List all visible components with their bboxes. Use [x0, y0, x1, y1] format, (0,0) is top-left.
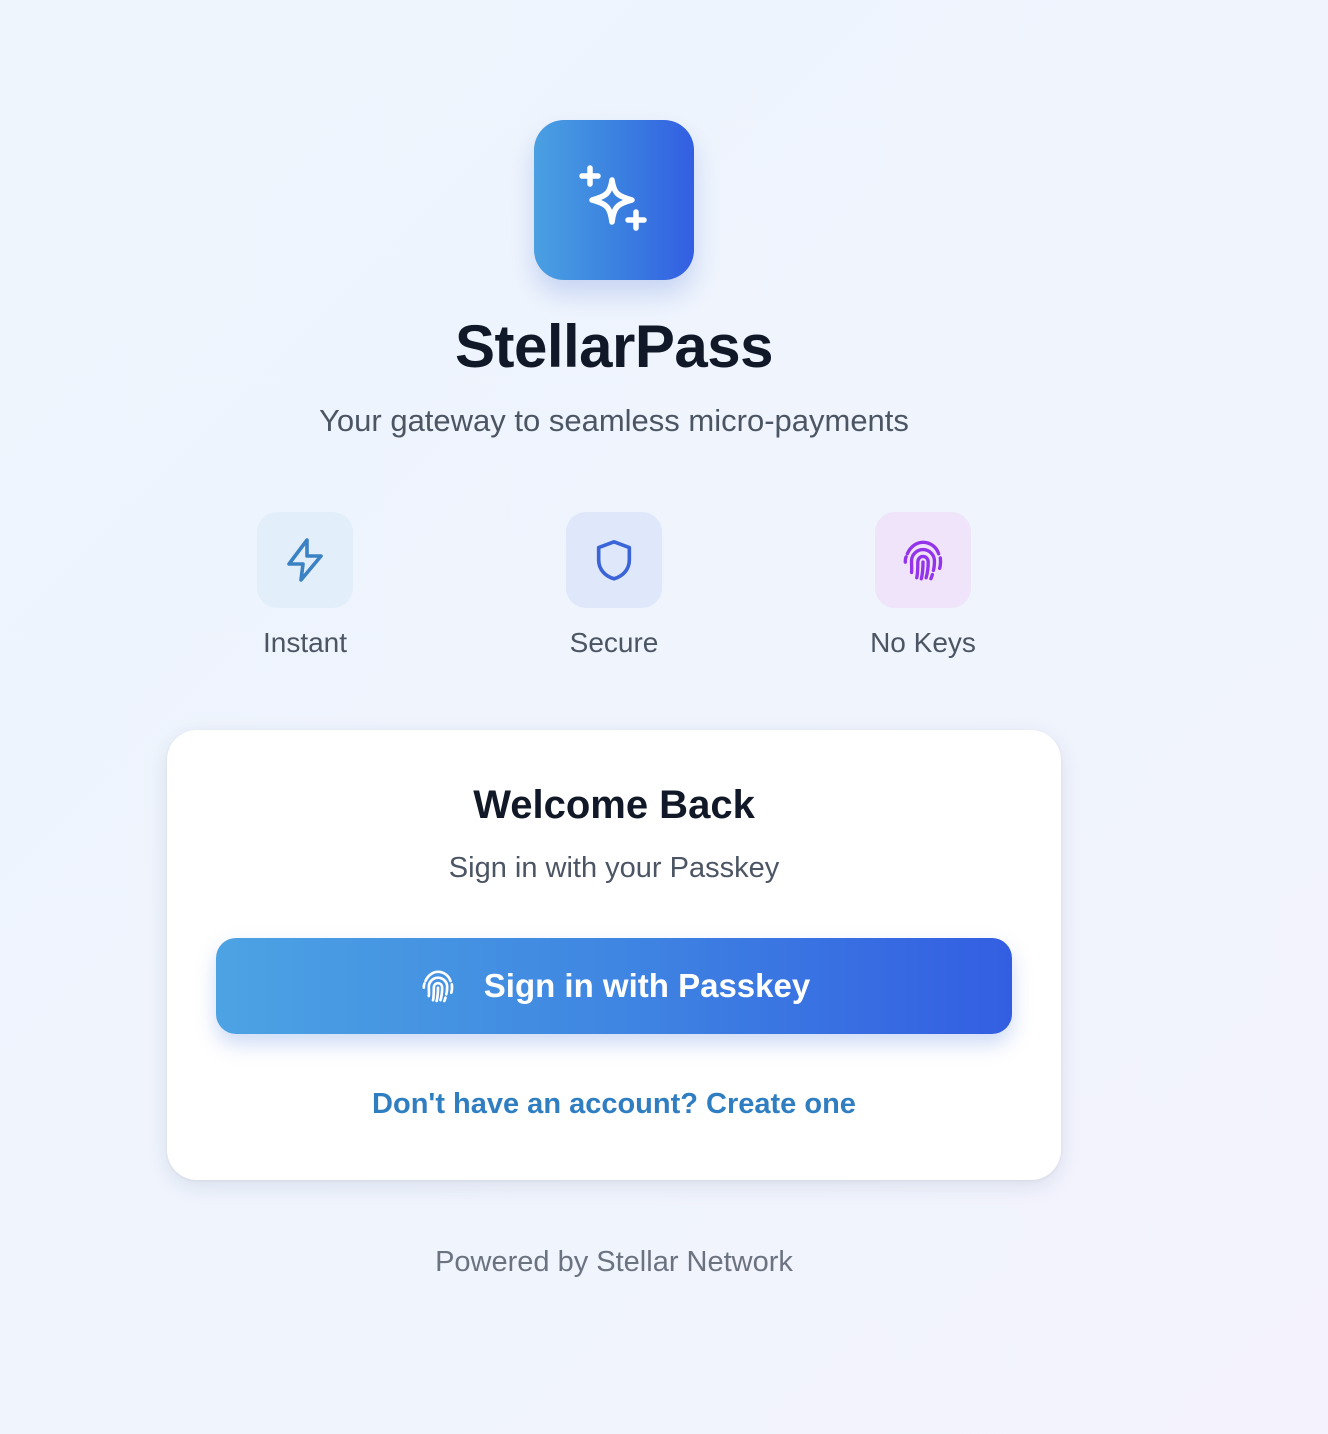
card-title: Welcome Back: [473, 783, 755, 827]
signin-button-label: Sign in with Passkey: [483, 967, 811, 1004]
app-title: StellarPass: [454, 313, 774, 380]
signin-passkey-button[interactable]: Sign in with Passkey: [216, 938, 1012, 1034]
fingerprint-icon: [418, 966, 458, 1006]
app-tagline: Your gateway to seamless micro-payments: [319, 403, 909, 438]
create-account-link[interactable]: Don't have an account? Create one: [167, 1088, 1061, 1121]
shield-icon: [596, 539, 632, 581]
app-logo: [534, 120, 694, 280]
feature-instant-tile: [257, 512, 353, 608]
feature-secure-label: Secure: [569, 627, 659, 658]
fingerprint-icon: [903, 540, 943, 581]
card-subtitle: Sign in with your Passkey: [448, 852, 780, 884]
feature-instant-label: Instant: [262, 627, 348, 658]
signin-card: Welcome Back Sign in with your Passkey S…: [167, 730, 1061, 1180]
feature-no-keys-label: No Keys: [870, 627, 976, 658]
feature-secure-tile: [566, 512, 662, 608]
feature-instant: Instant: [205, 512, 405, 659]
feature-no-keys-tile: [875, 512, 971, 608]
feature-no-keys: No Keys: [823, 512, 1023, 659]
feature-secure: Secure: [514, 512, 714, 659]
lightning-bolt-icon: [287, 538, 323, 582]
footer-text: Powered by Stellar Network: [435, 1246, 793, 1278]
sparkles-icon: [579, 165, 647, 231]
